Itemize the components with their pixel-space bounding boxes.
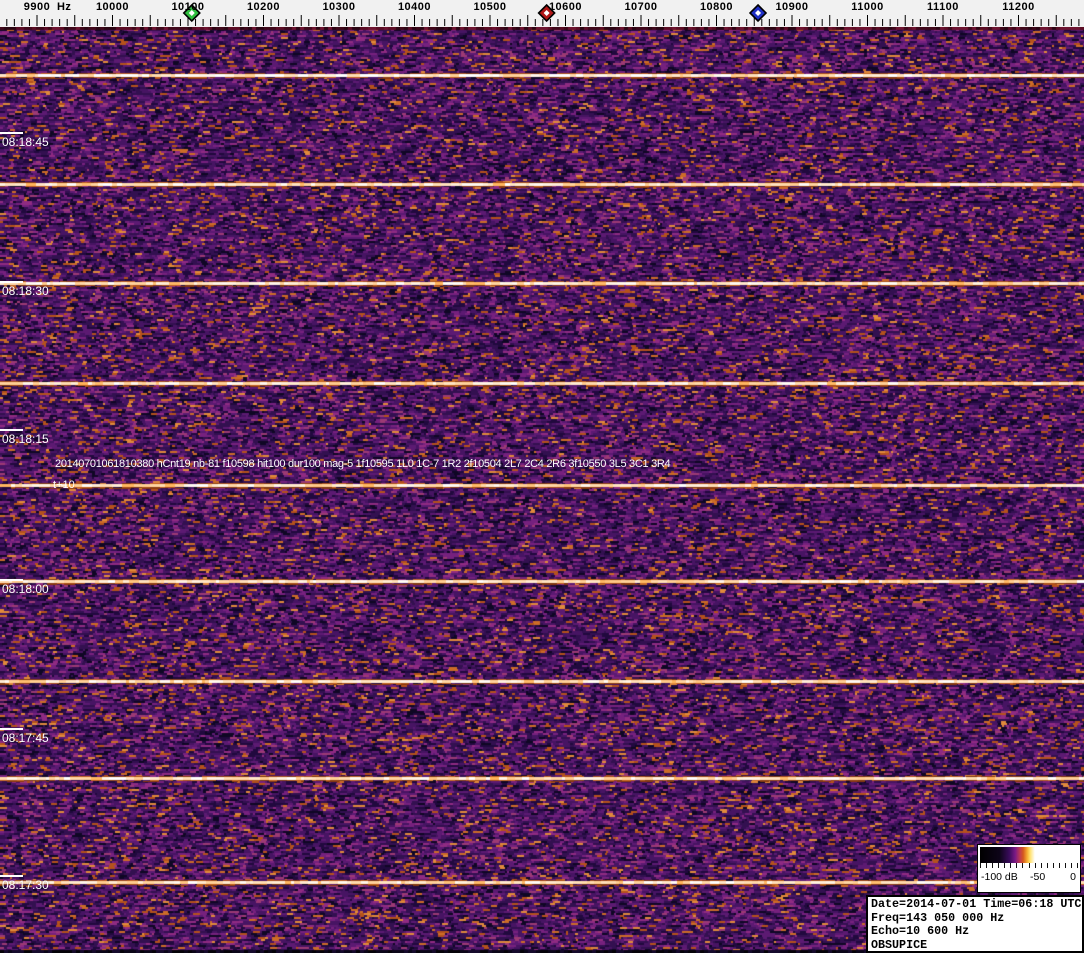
time-tick <box>0 429 23 431</box>
db-tick <box>1064 863 1066 868</box>
frequency-tick-label: 11100 <box>927 1 959 13</box>
observation-info-box: Date=2014-07-01 Time=06:18 UTC Freq=143 … <box>866 895 1084 953</box>
db-label-min: -100 dB <box>981 871 1018 883</box>
meteor-hit-annotation: 20140701061810380 hCnt19 nb-81 f10598 hi… <box>55 458 671 470</box>
time-label: 08:17:30 <box>2 878 49 892</box>
frequency-tick-label: 9900 <box>23 1 51 13</box>
db-gradient-bar <box>980 847 1078 863</box>
db-tick <box>1016 863 1018 868</box>
db-tick <box>1010 863 1012 868</box>
frequency-unit-label: Hz <box>56 1 72 13</box>
db-tick <box>1040 863 1042 868</box>
db-tick <box>1028 863 1030 868</box>
info-date-time: Date=2014-07-01 Time=06:18 UTC <box>871 897 1082 911</box>
frequency-tick-label: 10800 <box>699 1 734 13</box>
db-tick <box>998 863 1000 868</box>
time-label: 08:17:45 <box>2 731 49 745</box>
db-tick <box>1034 863 1036 868</box>
db-label-mid: -50 <box>1030 871 1046 883</box>
time-label: 08:18:00 <box>2 582 49 596</box>
frequency-tick-label: 10000 <box>95 1 130 13</box>
frequency-tick-label: 11200 <box>1002 1 1035 13</box>
time-label: 08:18:45 <box>2 135 49 149</box>
frequency-axis: 9900 Hz 10000 10100 10200 10300 10400 10500 1060… <box>0 0 1084 27</box>
time-tick <box>0 579 23 581</box>
frequency-tick-label: 10900 <box>775 1 809 13</box>
db-tick <box>1022 863 1024 868</box>
db-tick <box>1052 863 1054 868</box>
db-tick <box>1077 863 1078 868</box>
db-color-scale-legend: -100 dB -50 0 <box>977 844 1081 893</box>
db-tick <box>992 863 994 868</box>
frequency-tick-label: 10500 <box>473 1 507 13</box>
spectrogram-canvas <box>0 27 1084 953</box>
frequency-tick-label: 10300 <box>322 1 356 13</box>
frequency-tick-label: 10200 <box>246 1 281 13</box>
spectrogram-app: 9900 Hz 10000 10100 10200 10300 10400 10500 1060… <box>0 0 1084 953</box>
info-station: OBSUPICE <box>871 937 928 952</box>
time-offset-label: t+10 <box>53 479 75 491</box>
db-label-max: 0 <box>1070 871 1076 883</box>
time-tick <box>0 132 23 134</box>
info-echo: Echo=10 600 Hz <box>871 924 970 938</box>
frequency-tick-label: 10100 <box>171 1 205 13</box>
time-tick <box>0 281 23 283</box>
db-tick <box>980 863 981 868</box>
info-frequency: Freq=143 050 000 Hz <box>871 910 1005 925</box>
time-label: 08:18:30 <box>2 284 49 298</box>
frequency-axis-ticks <box>6 3 1080 26</box>
time-label: 08:18:15 <box>2 432 49 446</box>
db-tick <box>1004 863 1006 868</box>
db-tick <box>1070 863 1072 868</box>
db-tick <box>1058 863 1060 868</box>
frequency-tick-label: 10600 <box>548 1 583 13</box>
frequency-tick-label: 10700 <box>624 1 658 13</box>
time-tick <box>0 875 23 877</box>
db-scale-ticks <box>980 863 1078 869</box>
db-tick <box>986 863 988 868</box>
marker-blue-diamond[interactable] <box>748 3 768 23</box>
db-tick <box>1046 863 1048 868</box>
time-tick <box>0 728 23 730</box>
frequency-tick-label: 10400 <box>397 1 432 13</box>
frequency-tick-label: 11000 <box>851 1 884 13</box>
